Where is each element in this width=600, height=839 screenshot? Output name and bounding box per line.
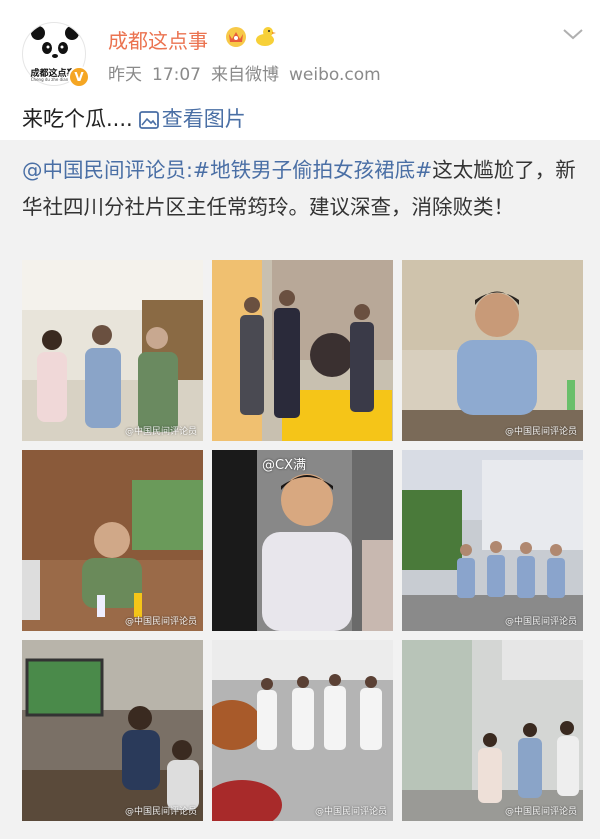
post-day: 昨天 <box>108 65 142 85</box>
image-thumb-4[interactable]: @中国民间评论员 <box>22 450 203 631</box>
image-thumb-7[interactable]: @中国民间评论员 <box>22 640 203 821</box>
post-time: 17:07 <box>152 65 201 85</box>
chevron-down-icon[interactable] <box>562 26 584 42</box>
image-watermark: @中国民间评论员 <box>124 617 197 627</box>
image-watermark: @中国民间评论员 <box>504 427 577 437</box>
image-watermark: @CX满 <box>262 458 306 473</box>
view-pictures-link[interactable]: 查看图片 <box>138 107 246 131</box>
picture-icon <box>138 111 159 129</box>
repost-text: @中国民间评论员:#地铁男子偷拍女孩裙底#这太尴尬了，新华社四川分社片区主任常筠… <box>22 152 582 226</box>
duck-badge-icon[interactable] <box>253 24 277 48</box>
image-thumb-9[interactable]: @中国民间评论员 <box>402 640 583 821</box>
repost-block[interactable]: @中国民间评论员:#地铁男子偷拍女孩裙底#这太尴尬了，新华社四川分社片区主任常筠… <box>0 140 600 839</box>
image-watermark: @中国民间评论员 <box>314 807 387 817</box>
image-thumb-3[interactable]: @中国民间评论员 <box>402 260 583 441</box>
username[interactable]: 成都这点事 <box>108 25 208 54</box>
repost-hashtag[interactable]: #地铁男子偷拍女孩裙底# <box>193 158 432 182</box>
image-watermark: @中国民间评论员 <box>124 807 197 817</box>
verified-badge: V <box>68 66 90 88</box>
post-source: 来自微博 <box>211 65 279 85</box>
image-thumb-2[interactable] <box>212 260 393 441</box>
post-header: 成都这点事 Cheng du zhe dian shi V 成都这点事 昨天 17… <box>0 0 600 95</box>
image-watermark: @中国民间评论员 <box>504 807 577 817</box>
image-thumb-6[interactable]: @中国民间评论员 <box>402 450 583 631</box>
crown-badge-icon[interactable] <box>224 24 248 48</box>
image-watermark: @中国民间评论员 <box>504 617 577 627</box>
post-meta: 昨天 17:07 来自微博 weibo.com <box>108 60 391 85</box>
repost-mention[interactable]: @中国民间评论员: <box>22 158 193 182</box>
post-text: 来吃个瓜.... <box>22 107 133 131</box>
image-thumb-1[interactable]: @中国民间评论员 <box>22 260 203 441</box>
post-body: 来吃个瓜.... 查看图片 <box>22 103 246 133</box>
view-pictures-label: 查看图片 <box>161 107 246 131</box>
image-thumb-8[interactable]: @中国民间评论员 <box>212 640 393 821</box>
image-watermark: @中国民间评论员 <box>124 427 197 437</box>
image-thumb-5[interactable]: @CX满 <box>212 450 393 631</box>
post-site[interactable]: weibo.com <box>289 65 381 85</box>
